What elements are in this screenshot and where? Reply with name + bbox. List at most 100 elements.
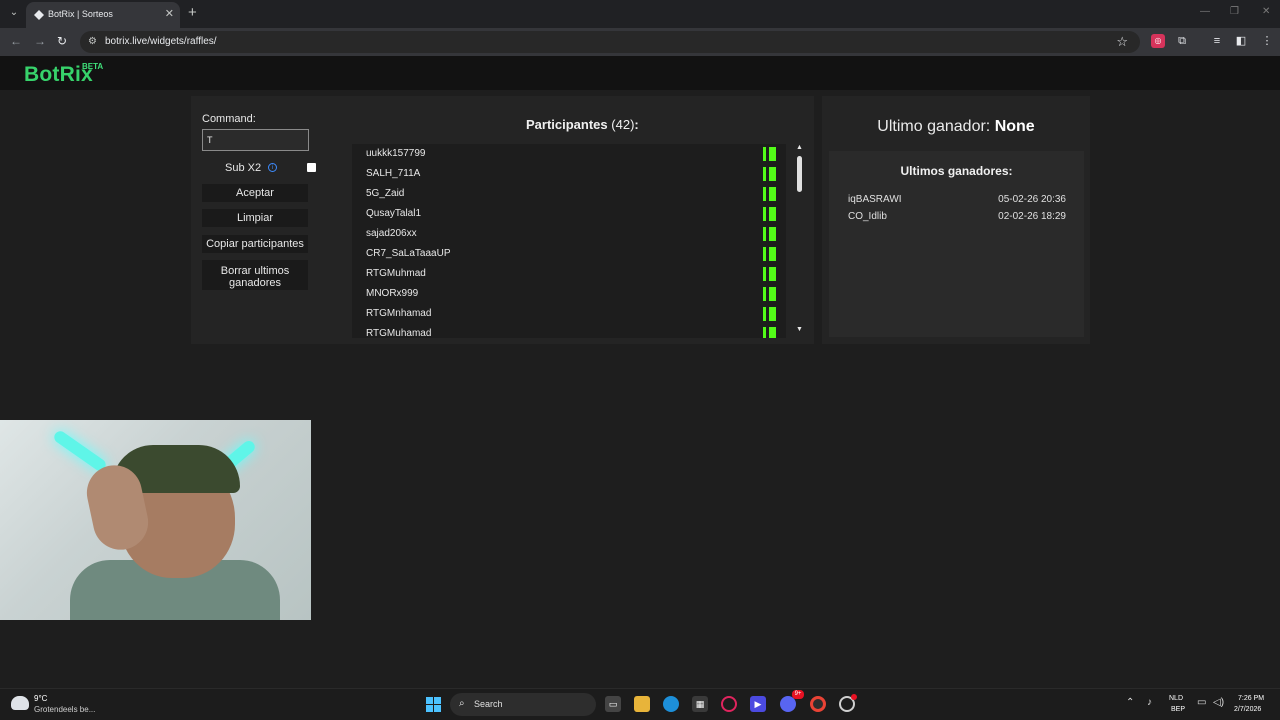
participant-name: sajad206xx bbox=[366, 228, 417, 239]
copy-participants-button[interactable]: Copiar participantes bbox=[202, 235, 308, 253]
last-winner-label: Ultimo ganador: bbox=[877, 118, 991, 135]
participant-name: uukkk157799 bbox=[366, 148, 426, 159]
participants-colon: : bbox=[634, 117, 639, 132]
search-label: Search bbox=[474, 699, 503, 709]
weather-desc[interactable]: Grotendeels be... bbox=[34, 705, 95, 714]
clear-winners-button[interactable]: Borrar ultimos ganadores bbox=[202, 260, 308, 290]
scroll-down-icon[interactable]: ▼ bbox=[796, 326, 803, 333]
participant-name: MNORx999 bbox=[366, 288, 419, 299]
kick-icon bbox=[763, 167, 776, 181]
language-secondary[interactable]: BEP bbox=[1171, 706, 1185, 713]
edge-icon[interactable] bbox=[663, 696, 679, 712]
recent-winners-title: Ultimos ganadores: bbox=[900, 164, 1013, 178]
weather-temp[interactable]: 9°C bbox=[34, 694, 47, 703]
file-explorer-icon[interactable] bbox=[634, 696, 650, 712]
forward-icon[interactable]: → bbox=[34, 34, 46, 48]
participant-name: RTGMnhamad bbox=[366, 308, 432, 319]
botrix-favicon-icon bbox=[34, 10, 44, 20]
search-icon: ⌕ bbox=[459, 698, 465, 709]
site-info-icon[interactable]: ⚙ bbox=[88, 36, 97, 47]
list-item: RTGMuhamad bbox=[352, 324, 786, 338]
extension-icon[interactable]: ◎ bbox=[1151, 34, 1165, 48]
browser-toolbar: ← → ↻ ⚙ botrix.live/widgets/raffles/ ☆ ◎… bbox=[0, 28, 1280, 56]
media-app-icon[interactable]: ▶ bbox=[750, 696, 766, 712]
tab-close-icon[interactable]: ✕ bbox=[165, 7, 174, 20]
list-item: MNORx999 bbox=[352, 284, 786, 304]
list-item: uukkk157799 bbox=[352, 144, 786, 164]
discord-badge: 9+ bbox=[792, 690, 804, 699]
winner-row: CO_Idlib 02-02-26 18:29 bbox=[848, 211, 1066, 227]
opera-icon[interactable] bbox=[721, 696, 737, 712]
accept-button[interactable]: Aceptar bbox=[202, 184, 308, 202]
winner-date: 02-02-26 18:29 bbox=[998, 211, 1066, 222]
beta-badge: BETA bbox=[82, 62, 104, 71]
notification-dot bbox=[851, 694, 857, 700]
list-item: RTGMuhmad bbox=[352, 264, 786, 284]
participants-title-text: Participantes bbox=[526, 117, 608, 132]
weather-cloud-icon[interactable] bbox=[11, 696, 29, 710]
chrome-icon[interactable] bbox=[810, 696, 826, 712]
list-item: sajad206xx bbox=[352, 224, 786, 244]
participant-name: RTGMuhamad bbox=[366, 328, 432, 338]
bookmark-star-icon[interactable]: ☆ bbox=[1116, 34, 1128, 50]
participant-name: CR7_SaLaTaaaUP bbox=[366, 248, 451, 259]
store-icon[interactable]: ▦ bbox=[692, 696, 708, 712]
minimize-icon[interactable]: — bbox=[1200, 6, 1210, 17]
tab-title: BotRix | Sorteos bbox=[48, 9, 113, 19]
clear-button[interactable]: Limpiar bbox=[202, 209, 308, 227]
volume-icon[interactable]: ◁) bbox=[1213, 697, 1224, 708]
list-item: RTGMnhamad bbox=[352, 304, 786, 324]
command-input[interactable] bbox=[202, 129, 309, 151]
participants-list[interactable]: uukkk157799 SALH_711A 5G_Zaid QusayTalal… bbox=[352, 144, 786, 338]
raffle-panel: Command: Sub X2 i Aceptar Limpiar Copiar… bbox=[191, 96, 814, 344]
back-icon[interactable]: ← bbox=[10, 34, 22, 48]
new-tab-button[interactable]: + bbox=[188, 4, 197, 21]
recent-winners-box: Ultimos ganadores: iqBASRAWI 05-02-26 20… bbox=[829, 151, 1084, 337]
info-icon[interactable]: i bbox=[268, 163, 277, 172]
kick-icon bbox=[763, 207, 776, 221]
sub-x2-checkbox[interactable] bbox=[307, 163, 316, 172]
participant-name: RTGMuhmad bbox=[366, 268, 426, 279]
clock-time[interactable]: 7:26 PM bbox=[1238, 695, 1264, 702]
start-button-icon[interactable] bbox=[426, 697, 441, 712]
taskbar-search[interactable]: ⌕ Search bbox=[450, 693, 596, 716]
winner-date: 05-02-26 20:36 bbox=[998, 194, 1066, 205]
url-text[interactable]: botrix.live/widgets/raffles/ bbox=[105, 36, 217, 47]
participant-name: SALH_711A bbox=[366, 168, 421, 179]
task-view-icon[interactable]: ▭ bbox=[605, 696, 621, 712]
tray-overflow-icon[interactable]: ⌃ bbox=[1126, 697, 1134, 708]
command-label: Command: bbox=[202, 113, 256, 125]
last-winner-value: None bbox=[994, 118, 1035, 135]
clock-date[interactable]: 2/7/2026 bbox=[1234, 706, 1261, 713]
kick-icon bbox=[763, 227, 776, 241]
reload-icon[interactable]: ↻ bbox=[57, 34, 67, 48]
extensions-puzzle-icon[interactable]: ⧉ bbox=[1175, 34, 1189, 48]
scroll-thumb[interactable] bbox=[797, 156, 802, 192]
language-primary[interactable]: NLD bbox=[1169, 695, 1183, 702]
profile-icon[interactable]: ◧ bbox=[1234, 34, 1248, 48]
microphone-icon[interactable]: ♪ bbox=[1147, 697, 1152, 708]
scroll-up-icon[interactable]: ▲ bbox=[796, 144, 803, 151]
address-bar[interactable]: ⚙ botrix.live/widgets/raffles/ ☆ bbox=[80, 31, 1140, 53]
kick-icon bbox=[763, 307, 776, 321]
browser-menu-icon[interactable]: ⋮ bbox=[1260, 34, 1274, 48]
tab-botrix[interactable]: BotRix | Sorteos ✕ bbox=[26, 2, 180, 28]
winner-name: iqBASRAWI bbox=[848, 194, 902, 205]
list-item: 5G_Zaid bbox=[352, 184, 786, 204]
kick-icon bbox=[763, 187, 776, 201]
participants-scrollbar[interactable]: ▲ ▼ bbox=[795, 144, 804, 338]
media-controls-icon[interactable]: ≡ bbox=[1210, 34, 1224, 48]
maximize-icon[interactable]: ❐ bbox=[1230, 6, 1239, 17]
network-icon[interactable]: ▭ bbox=[1197, 697, 1206, 708]
participants-title: Participantes (42): bbox=[526, 117, 639, 132]
winner-name: CO_Idlib bbox=[848, 211, 887, 222]
kick-icon bbox=[763, 267, 776, 281]
kick-icon bbox=[763, 147, 776, 161]
close-window-icon[interactable]: ✕ bbox=[1262, 6, 1270, 17]
kick-icon bbox=[763, 327, 776, 338]
taskbar: 9°C Grotendeels be... ⌕ Search ▭ ▦ ▶ 9+ … bbox=[0, 688, 1280, 720]
sub-x2-label: Sub X2 bbox=[225, 162, 262, 174]
participant-name: 5G_Zaid bbox=[366, 188, 405, 199]
tab-search-menu-icon[interactable]: ⌄ bbox=[6, 5, 22, 21]
site-header: BotRix BETA bbox=[0, 56, 1280, 90]
